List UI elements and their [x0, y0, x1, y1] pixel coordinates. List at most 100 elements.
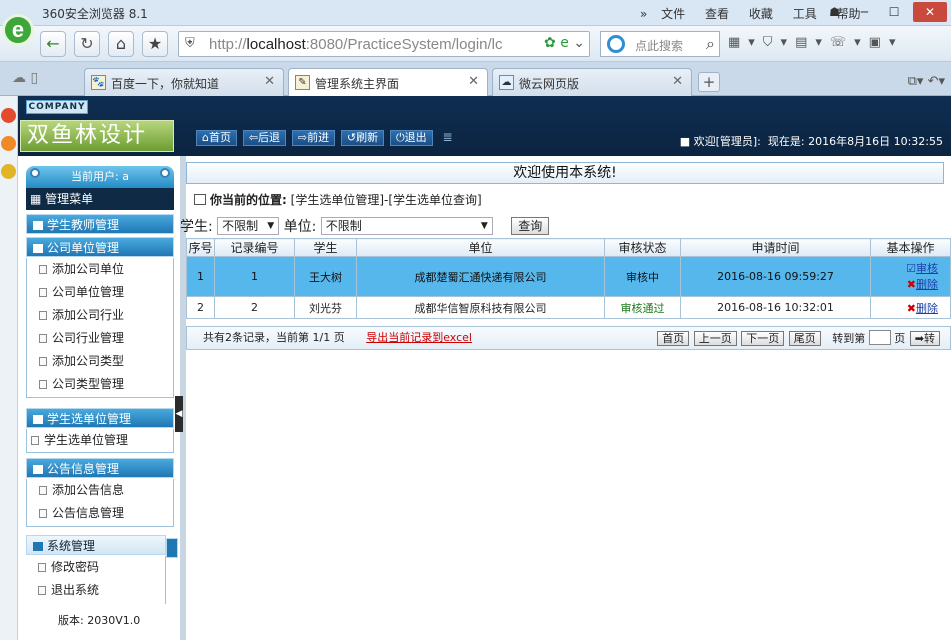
close-tab-icon[interactable]: ✕: [672, 74, 683, 89]
tab-label: 百度一下，你就知道: [111, 77, 220, 91]
back-button[interactable]: ←: [40, 31, 66, 57]
goto-button[interactable]: ➡转: [909, 331, 940, 346]
sidebar-item-add-company[interactable]: 添加公司单位: [27, 258, 173, 281]
page-title: 欢迎使用本系统!: [186, 162, 944, 184]
table-row[interactable]: 1 1 王大树 成都楚蜀汇通快递有限公司 审核中 2016-08-16 09:5…: [186, 256, 951, 297]
tab-restore-icons[interactable]: ⧉▾ ↶▾: [908, 74, 945, 89]
student-filter-select[interactable]: 不限制 ▼: [217, 217, 280, 235]
document-icon: [39, 486, 47, 495]
security-icon[interactable]: ✿: [544, 35, 556, 51]
current-datetime: 2016年8月16日 10:32:55: [808, 135, 943, 148]
search-box[interactable]: 点此搜索 ⌕: [600, 31, 720, 57]
sidebar-company-items: 添加公司单位 公司单位管理 添加公司行业 公司行业管理 添加公司类型 公司类型管…: [26, 258, 174, 398]
menu-file[interactable]: 文件: [661, 7, 685, 21]
sidebar-app-icon[interactable]: [1, 164, 16, 179]
audit-link[interactable]: 审核: [916, 262, 938, 275]
unit-filter-select[interactable]: 不限制 ▼: [320, 217, 493, 235]
prev-page-button[interactable]: 上一页: [693, 331, 737, 346]
favorite-star-button[interactable]: ★: [142, 31, 168, 57]
search-input[interactable]: 点此搜索: [635, 37, 683, 54]
address-url[interactable]: http://localhost:8080/PracticeSystem/log…: [209, 36, 503, 53]
sidebar-item-add-notice[interactable]: 添加公告信息: [27, 479, 173, 502]
export-excel-link[interactable]: 导出当前记录到excel: [366, 331, 472, 344]
tab-baidu[interactable]: 🐾 百度一下，你就知道 ✕: [84, 68, 284, 96]
cell-status: 审核中: [604, 256, 681, 297]
section-collapse-icon[interactable]: [166, 538, 178, 558]
close-tab-icon[interactable]: ✕: [468, 74, 479, 89]
address-bar[interactable]: ⛨ http://localhost:8080/PracticeSystem/l…: [178, 31, 590, 57]
menu-tools[interactable]: 工具: [793, 7, 817, 21]
skin-icon[interactable]: ☗: [824, 2, 846, 22]
sidebar-app-icon[interactable]: [1, 136, 16, 151]
cell-time: 2016-08-16 10:32:01: [680, 296, 871, 319]
cell-status: 审核通过: [604, 296, 681, 319]
ie-mode-icon[interactable]: e: [560, 35, 569, 51]
close-window-button[interactable]: ✕: [913, 2, 947, 22]
forward-arrow-icon: ⇨: [297, 131, 308, 144]
tab-weiyun[interactable]: ☁ 微云网页版 ✕: [492, 68, 692, 96]
sidebar-student-unit-items: 学生选单位管理: [26, 429, 174, 453]
search-icon[interactable]: ⌕: [706, 34, 715, 54]
sidebar-section-system[interactable]: 系统管理: [26, 535, 166, 555]
search-engine-icon[interactable]: [607, 35, 625, 53]
delete-link[interactable]: 删除: [916, 302, 938, 315]
delete-link[interactable]: 删除: [916, 278, 938, 291]
refresh-button[interactable]: ↻: [74, 31, 100, 57]
sidebar-item-student-unit-manage[interactable]: 学生选单位管理: [27, 429, 173, 452]
weiyun-favicon-icon: ☁: [499, 75, 514, 90]
cell-record: 1: [214, 256, 295, 297]
col-student: 学生: [294, 238, 357, 257]
document-icon: [39, 380, 47, 389]
sidebar-notice-items: 添加公告信息 公告信息管理: [26, 479, 174, 527]
sidebar-item-type-manage[interactable]: 公司类型管理: [27, 373, 173, 396]
records-table: 序号 记录编号 学生 单位 审核状态 申请时间 基本操作 1 1 王大树 成都楚…: [186, 238, 951, 319]
cell-student: 王大树: [294, 256, 357, 297]
table-row[interactable]: 2 2 刘光芬 成都华信智原科技有限公司 审核通过 2016-08-16 10:…: [186, 296, 951, 319]
extension-icons[interactable]: ▦▾⛉▾▤▾☏▾▣▾: [728, 35, 903, 50]
close-tab-icon[interactable]: ✕: [264, 74, 275, 89]
menu-view[interactable]: 查看: [705, 7, 729, 21]
sidebar-item-add-type[interactable]: 添加公司类型: [27, 350, 173, 373]
sidebar-item-industry-manage[interactable]: 公司行业管理: [27, 327, 173, 350]
dropdown-chevron-icon[interactable]: ⌄: [573, 35, 585, 51]
minimize-button[interactable]: ─: [853, 2, 875, 22]
browser-logo-icon[interactable]: e: [2, 14, 34, 46]
sidebar-item-change-password[interactable]: 修改密码: [26, 556, 165, 579]
sidebar-section-student-teacher[interactable]: 学生教师管理: [26, 214, 174, 234]
maximize-button[interactable]: ☐: [883, 2, 905, 22]
sidebar-item-logout[interactable]: 退出系统: [26, 579, 165, 602]
menu-expand-icon[interactable]: »: [640, 7, 647, 21]
nav-logout-button[interactable]: ⏻退出: [389, 130, 433, 146]
tab-label: 微云网页版: [519, 77, 580, 91]
nav-home-button[interactable]: ⌂首页: [196, 130, 237, 146]
cell-unit: 成都楚蜀汇通快递有限公司: [356, 256, 605, 297]
last-page-button[interactable]: 尾页: [788, 331, 821, 346]
nav-menu-icon[interactable]: ≣: [442, 130, 452, 144]
home-button[interactable]: ⌂: [108, 31, 134, 57]
sidebar-item-add-industry[interactable]: 添加公司行业: [27, 304, 173, 327]
query-button[interactable]: 查询: [511, 217, 550, 235]
nav-forward-button[interactable]: ⇨前进: [291, 130, 336, 146]
sidebar-section-notice[interactable]: 公告信息管理: [26, 458, 174, 478]
sidebar-section-company[interactable]: 公司单位管理: [26, 237, 174, 257]
next-page-button[interactable]: 下一页: [741, 331, 785, 346]
tab-admin-main[interactable]: ✎ 管理系统主界面 ✕: [288, 68, 488, 96]
sidebar-item-company-manage[interactable]: 公司单位管理: [27, 281, 173, 304]
new-tab-button[interactable]: +: [698, 72, 720, 92]
menu-favorites[interactable]: 收藏: [749, 7, 773, 21]
knob-icon: [30, 168, 40, 178]
nav-back-button[interactable]: ⇦后退: [242, 130, 287, 146]
sidebar-item-notice-manage[interactable]: 公告信息管理: [27, 502, 173, 525]
collapse-sidebar-icon[interactable]: ◀: [175, 396, 183, 432]
cell-time: 2016-08-16 09:59:27: [680, 256, 871, 297]
nav-refresh-button[interactable]: ↺刷新: [340, 130, 385, 146]
tab-sidebar-icons[interactable]: ☁ ▯: [12, 70, 38, 86]
sidebar-section-student-unit[interactable]: 学生选单位管理: [26, 408, 174, 428]
first-page-button[interactable]: 首页: [657, 331, 690, 346]
top-nav: ⌂首页 ⇦后退 ⇨前进 ↺刷新 ⏻退出 ≣: [196, 130, 453, 146]
col-unit: 单位: [356, 238, 605, 257]
student-filter-label: 学生:: [180, 219, 213, 235]
sidebar-app-icon[interactable]: [1, 108, 16, 123]
goto-page-input[interactable]: [868, 330, 891, 345]
document-icon: [39, 265, 47, 274]
